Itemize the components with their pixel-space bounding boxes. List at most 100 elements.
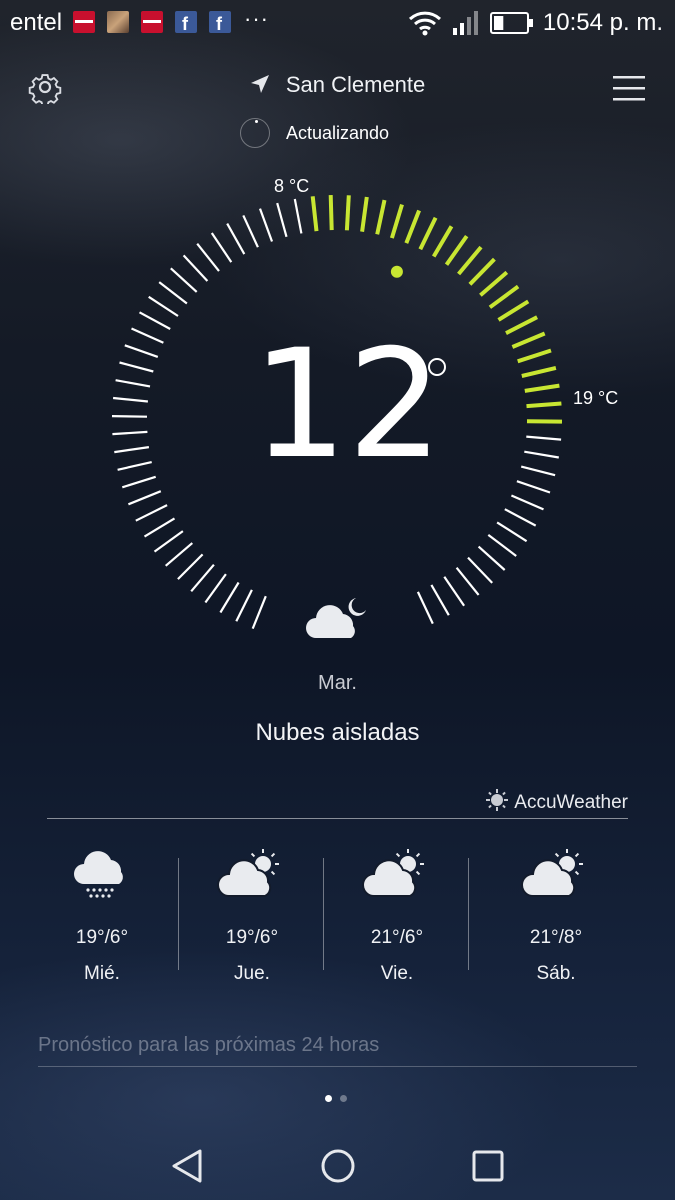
dial-tick-range <box>497 299 530 322</box>
forecast-day-label: Sáb. <box>536 963 576 984</box>
dial-tick-range <box>310 196 319 232</box>
back-icon <box>172 1149 202 1183</box>
dial-tick-range <box>468 257 496 286</box>
dial-tick <box>153 530 184 553</box>
daily-forecast: 19°/6° Mié. 19°/6° Jue. 21°/6° Vie. 21°/… <box>32 848 642 984</box>
provider-divider <box>47 818 628 819</box>
recents-button[interactable] <box>472 1150 504 1187</box>
dial-tick <box>131 327 164 344</box>
dial-tick <box>196 243 220 272</box>
dial-tick <box>190 563 215 593</box>
dial-tick <box>443 576 466 607</box>
min-temp-label: 8 °C <box>274 176 310 196</box>
dial-tick-range <box>344 195 351 231</box>
dial-tick <box>127 490 162 506</box>
forecast-day[interactable]: 19°/6° Mié. <box>32 848 172 985</box>
page-dot[interactable] <box>340 1095 347 1102</box>
current-temp-marker <box>390 265 403 278</box>
home-icon <box>321 1149 355 1183</box>
dial-tick <box>124 344 159 358</box>
back-button[interactable] <box>170 1148 206 1189</box>
current-temperature: 12 <box>252 318 443 492</box>
dial-tick-range <box>524 383 560 393</box>
provider-name: AccuWeather <box>514 792 628 813</box>
forecast-temps: 21°/6° <box>370 927 424 948</box>
partly-cloudy-icon <box>486 848 626 909</box>
dial-tick <box>111 415 148 418</box>
dial-tick <box>117 461 152 471</box>
forecast-day[interactable]: 21°/8° Sáb. <box>486 848 626 985</box>
home-button[interactable] <box>320 1148 356 1189</box>
dial-tick-range <box>521 365 557 378</box>
hourly-divider <box>38 1066 637 1067</box>
forecast-temps: 19°/6° <box>75 927 129 948</box>
weather-condition: Nubes aisladas <box>255 719 420 746</box>
dial-tick <box>138 311 171 330</box>
dial-tick <box>510 494 544 511</box>
dial-tick <box>112 396 149 403</box>
max-temp-label: 19 °C <box>573 388 619 408</box>
forecast-divider <box>468 858 469 970</box>
dial-tick <box>242 214 259 248</box>
dial-tick <box>258 208 274 242</box>
forecast-temps: 19°/6° <box>225 927 279 948</box>
forecast-day[interactable]: 19°/6° Jue. <box>182 848 322 985</box>
dial-tick <box>487 534 517 557</box>
partly-cloudy-icon <box>327 848 467 909</box>
forecast-day-label: Mié. <box>84 963 120 984</box>
page-dot-active[interactable] <box>325 1095 332 1102</box>
dial-tick-range <box>404 209 421 244</box>
dial-tick <box>219 581 240 614</box>
dial-tick <box>135 504 168 522</box>
hourly-forecast-link[interactable]: Pronóstico para las próximas 24 horas <box>38 1034 379 1057</box>
rain-cloud-icon <box>32 848 172 909</box>
dial-tick <box>235 589 253 622</box>
dial-tick <box>496 521 528 543</box>
dial-tick-range <box>457 245 483 276</box>
forecast-day-label: Vie. <box>380 963 414 984</box>
current-day: Mar. <box>318 672 357 694</box>
dial-tick <box>416 591 434 625</box>
accuweather-link[interactable]: AccuWeather <box>486 789 628 817</box>
dial-tick <box>526 435 562 441</box>
forecast-divider <box>323 858 324 970</box>
dial-tick-range <box>511 331 546 349</box>
dial-tick <box>293 198 303 234</box>
dial-tick-range <box>328 195 334 231</box>
dial-tick <box>158 281 188 305</box>
sun-icon <box>486 789 509 817</box>
dial-tick <box>164 542 194 567</box>
dial-tick <box>455 567 480 596</box>
dial-tick-range <box>517 348 552 364</box>
dial-tick <box>143 517 176 538</box>
dial-tick <box>524 450 559 459</box>
recents-icon <box>472 1150 504 1182</box>
dial-tick-range <box>479 270 509 297</box>
dial-tick <box>112 430 148 436</box>
dial-tick <box>121 475 157 489</box>
dial-tick <box>477 545 506 571</box>
dial-tick-range <box>375 199 387 235</box>
dial-tick-range <box>418 216 438 251</box>
dial-tick-range <box>505 315 539 335</box>
dial-tick <box>210 232 233 263</box>
forecast-day-label: Jue. <box>234 963 270 984</box>
dial-tick <box>170 267 198 293</box>
degree-symbol <box>428 358 446 376</box>
dial-tick <box>115 379 151 388</box>
dial-tick <box>148 295 179 317</box>
dial-tick <box>516 480 551 494</box>
forecast-divider <box>178 858 179 970</box>
dial-tick <box>114 446 150 454</box>
dial-tick-range <box>389 204 404 239</box>
dial-tick <box>226 223 246 255</box>
dial-tick <box>520 465 556 477</box>
partly-cloudy-icon <box>182 848 322 909</box>
forecast-day[interactable]: 21°/6° Vie. <box>327 848 467 985</box>
navigation-bar <box>0 1130 675 1200</box>
dial-tick <box>177 553 204 580</box>
dial-tick-range <box>431 225 454 258</box>
forecast-temps: 21°/8° <box>529 927 583 948</box>
dial-tick-range <box>488 284 520 309</box>
dial-tick <box>204 573 227 604</box>
